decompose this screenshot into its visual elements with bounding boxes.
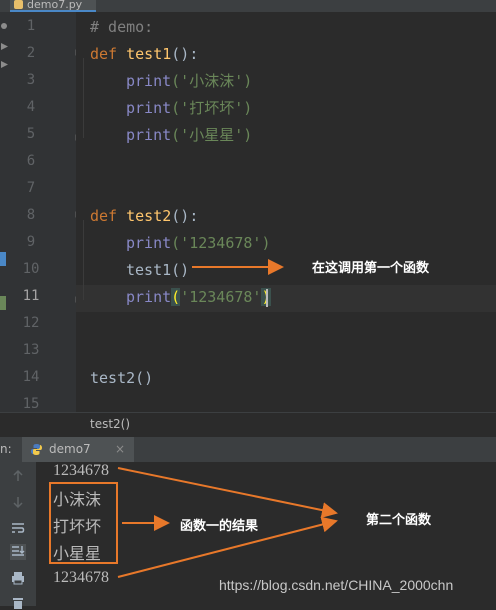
line-number: 12 <box>22 315 40 331</box>
line-number: 14 <box>22 369 40 385</box>
code-line-1: # demo: <box>90 14 153 41</box>
function-call: test2() <box>90 369 154 387</box>
trash-icon[interactable] <box>10 594 26 610</box>
annotation-call-first: 在这调用第一个函数 <box>312 261 430 276</box>
line-number-gutter: 1 2 3 4 5 6 7 8 9 10 11 12 13 14 15 <box>10 12 86 412</box>
builtin: print <box>126 288 172 306</box>
line-number-current: 11 <box>22 288 40 304</box>
run-panel-label: n: <box>0 442 12 456</box>
annotation-second-function: 第二个函数 <box>366 513 432 528</box>
breadcrumb-item[interactable]: test2() <box>90 417 130 431</box>
run-gutter-icon[interactable] <box>0 42 9 51</box>
text-caret <box>266 289 268 307</box>
run-tab-label: demo7 <box>49 442 91 456</box>
run-tab-demo7[interactable]: demo7 × <box>22 437 134 462</box>
line-number: 1 <box>26 18 36 34</box>
file-tab-demo7[interactable]: demo7.py <box>10 0 96 12</box>
function-call: test1() <box>126 261 190 279</box>
punctuation: (): <box>171 207 199 225</box>
string-literal: ('1234678') <box>171 234 271 252</box>
console-line: 小沫沫 <box>53 492 102 509</box>
run-gutter-icon-2[interactable] <box>0 60 9 69</box>
close-icon[interactable]: × <box>115 437 125 462</box>
indent-guide <box>83 220 84 300</box>
python-file-icon <box>14 0 23 9</box>
bookmark-marker <box>0 252 6 266</box>
line-number: 13 <box>22 342 40 358</box>
line-number: 9 <box>26 234 36 250</box>
indent-guide <box>83 58 84 138</box>
keyword: def <box>90 207 118 225</box>
code-line-4: print('打坏坏') <box>126 95 252 122</box>
matched-paren-open: ( <box>171 288 181 306</box>
console-line: 1234678 <box>53 462 109 479</box>
line-number: 10 <box>22 261 40 277</box>
code-line-14: test2() <box>90 365 153 392</box>
code-line-9: print('1234678') <box>126 230 271 257</box>
python-icon <box>31 444 42 455</box>
code-line-10: test1() <box>126 257 189 284</box>
line-number: 8 <box>26 207 36 223</box>
line-number: 5 <box>26 126 36 142</box>
console-line: 打坏坏 <box>53 519 102 536</box>
code-line-8: def test2(): <box>90 203 198 230</box>
function-name: test2 <box>126 207 172 225</box>
builtin: print <box>126 234 172 252</box>
builtin: print <box>126 72 172 90</box>
line-number: 7 <box>26 180 36 196</box>
scroll-down-icon[interactable] <box>10 494 26 510</box>
console-line: 1234678 <box>53 569 109 586</box>
file-tab-label: demo7.py <box>27 0 83 11</box>
string-literal: ('小沫沫') <box>171 72 253 90</box>
print-icon[interactable] <box>10 570 26 586</box>
function-name: test1 <box>126 45 172 63</box>
code-line-11: print('1234678') <box>126 284 271 311</box>
structure-icon[interactable] <box>0 22 9 31</box>
editor-tab-bar: demo7.py <box>0 0 496 12</box>
code-line-3: print('小沫沫') <box>126 68 252 95</box>
line-number: 15 <box>22 396 40 412</box>
changes-marker <box>0 296 6 310</box>
string-literal: '1234678' <box>180 288 262 306</box>
breadcrumb: test2() <box>0 412 496 437</box>
code-line-2: def test1(): <box>90 41 198 68</box>
scroll-to-end-icon[interactable] <box>10 544 26 560</box>
builtin: print <box>126 126 172 144</box>
run-panel-header: n: demo7 × <box>0 437 496 463</box>
string-literal: ('打坏坏') <box>171 99 253 117</box>
code-editor[interactable]: # demo: def test1(): print('小沫沫') print(… <box>76 12 496 412</box>
punctuation: (): <box>171 45 199 63</box>
keyword: def <box>90 45 118 63</box>
run-toolbar <box>0 462 36 609</box>
watermark: https://blog.csdn.net/CHINA_2000chn <box>219 577 454 593</box>
comment: # demo: <box>90 18 154 36</box>
builtin: print <box>126 99 172 117</box>
string-literal: ('小星星') <box>171 126 253 144</box>
line-number: 4 <box>26 99 36 115</box>
line-number: 3 <box>26 72 36 88</box>
line-number: 6 <box>26 153 36 169</box>
console-line: 小星星 <box>53 546 102 563</box>
annotation-result-first: 函数一的结果 <box>180 519 259 534</box>
soft-wrap-icon[interactable] <box>10 520 26 536</box>
line-number: 2 <box>26 45 36 61</box>
code-line-5: print('小星星') <box>126 122 252 149</box>
left-tool-strip <box>0 12 10 412</box>
scroll-up-icon[interactable] <box>10 468 26 484</box>
